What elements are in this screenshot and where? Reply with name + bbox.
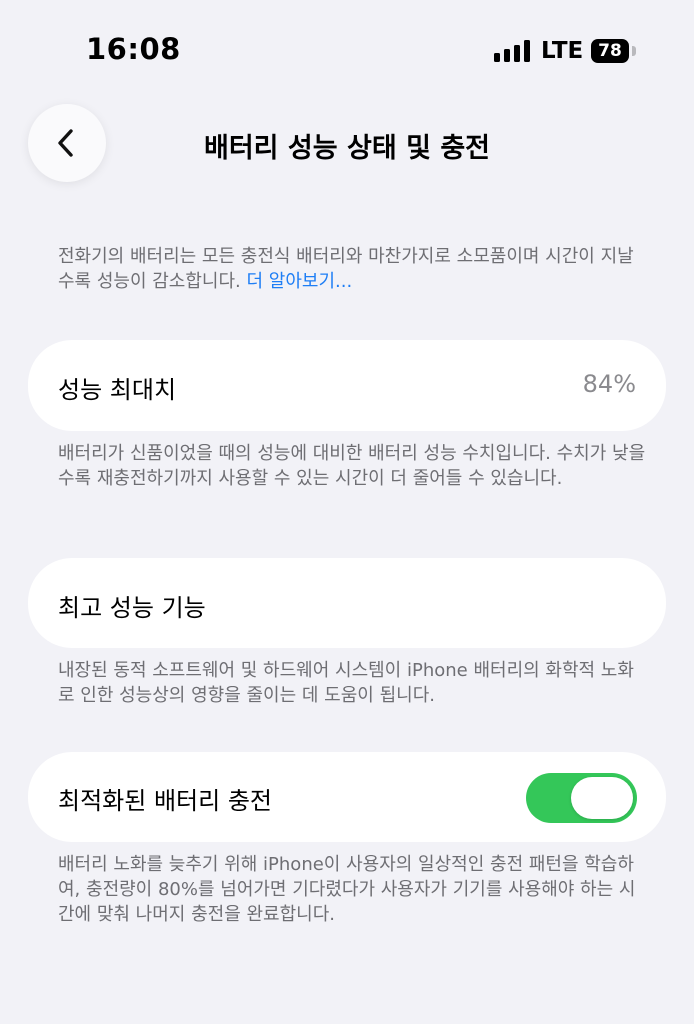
max-capacity-label: 성능 최대치 xyxy=(58,376,177,404)
page-title: 배터리 성능 상태 및 충전 xyxy=(204,133,490,164)
peak-performance-row: 최고 성능 기능 xyxy=(28,558,666,648)
carrier-label: LTE xyxy=(541,38,584,64)
optimized-charging-row: 최적화된 배터리 충전 xyxy=(28,752,666,842)
max-capacity-value: 84% xyxy=(582,370,636,398)
cellular-signal-icon xyxy=(494,40,530,62)
optimized-charging-label: 최적화된 배터리 충전 xyxy=(58,787,272,815)
toggle-knob xyxy=(571,777,633,819)
peak-performance-label: 최고 성능 기능 xyxy=(58,594,206,622)
battery-cap xyxy=(632,46,636,56)
peak-performance-footnote: 내장된 동적 소프트웨어 및 하드웨어 시스템이 iPhone 배터리의 화학적… xyxy=(58,660,634,706)
optimized-charging-footnote: 배터리 노화를 늦추기 위해 iPhone이 사용자의 일상적인 충전 패턴을 … xyxy=(58,854,636,925)
status-time: 16:08 xyxy=(86,32,181,66)
optimized-charging-toggle[interactable] xyxy=(526,773,637,823)
status-bar: 16:08 LTE 78 xyxy=(0,0,694,100)
max-capacity-row: 성능 최대치 84% xyxy=(28,340,666,431)
intro-text: 전화기의 배터리는 모든 충전식 배터리와 마찬가지로 소모품이며 시간이 지날… xyxy=(58,244,648,294)
battery-level: 78 xyxy=(598,41,622,61)
battery-icon: 78 xyxy=(591,39,629,63)
max-capacity-footnote: 배터리가 신품이었을 때의 성능에 대비한 배터리 성능 수치입니다. 수치가 … xyxy=(58,443,646,489)
learn-more-link[interactable]: 더 알아보기... xyxy=(247,271,353,292)
